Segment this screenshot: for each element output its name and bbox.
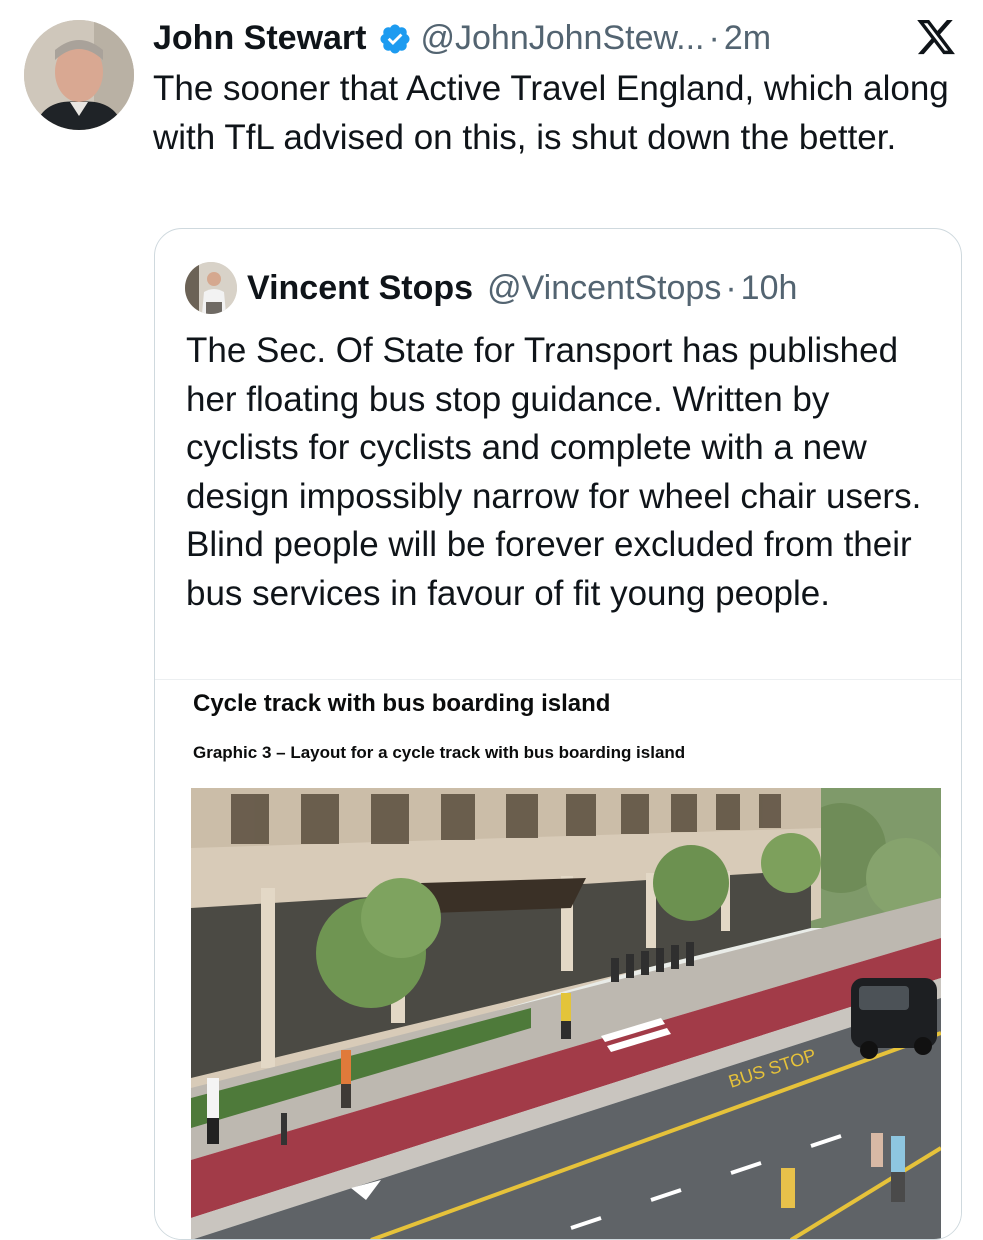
quoted-tweet-timestamp[interactable]: 10h [741,269,798,308]
author-name[interactable]: John Stewart [153,14,366,62]
tweet-header: John Stewart @JohnJohnStew... · 2m [153,14,771,62]
quoted-tweet-header: Vincent Stops @VincentStops · 10h [247,263,797,313]
x-logo-icon[interactable] [915,16,957,58]
quoted-author-handle[interactable]: @VincentStops [487,269,721,308]
media-title: Cycle track with bus boarding island [193,690,611,717]
quoted-author-name[interactable]: Vincent Stops [247,269,473,308]
author-avatar[interactable] [24,20,134,130]
quoted-tweet-body: The Sec. Of State for Transport has publ… [186,331,922,613]
verified-badge-icon [378,21,412,55]
quoted-separator-dot: · [725,268,737,307]
quoted-tweet-card[interactable]: Vincent Stops @VincentStops · 10h The Se… [154,228,962,1240]
tweet-timestamp[interactable]: 2m [724,14,771,62]
media-subtitle: Graphic 3 – Layout for a cycle track wit… [193,743,686,762]
quoted-author-avatar[interactable] [185,262,237,314]
quoted-tweet-media[interactable]: Cycle track with bus boarding island Gra… [155,679,961,1239]
street-illustration: BUS STOP [191,788,941,1239]
author-handle[interactable]: @JohnJohnStew... [420,14,704,62]
separator-dot: · [708,19,720,57]
tweet-body: The sooner that Active Travel England, w… [153,69,949,157]
